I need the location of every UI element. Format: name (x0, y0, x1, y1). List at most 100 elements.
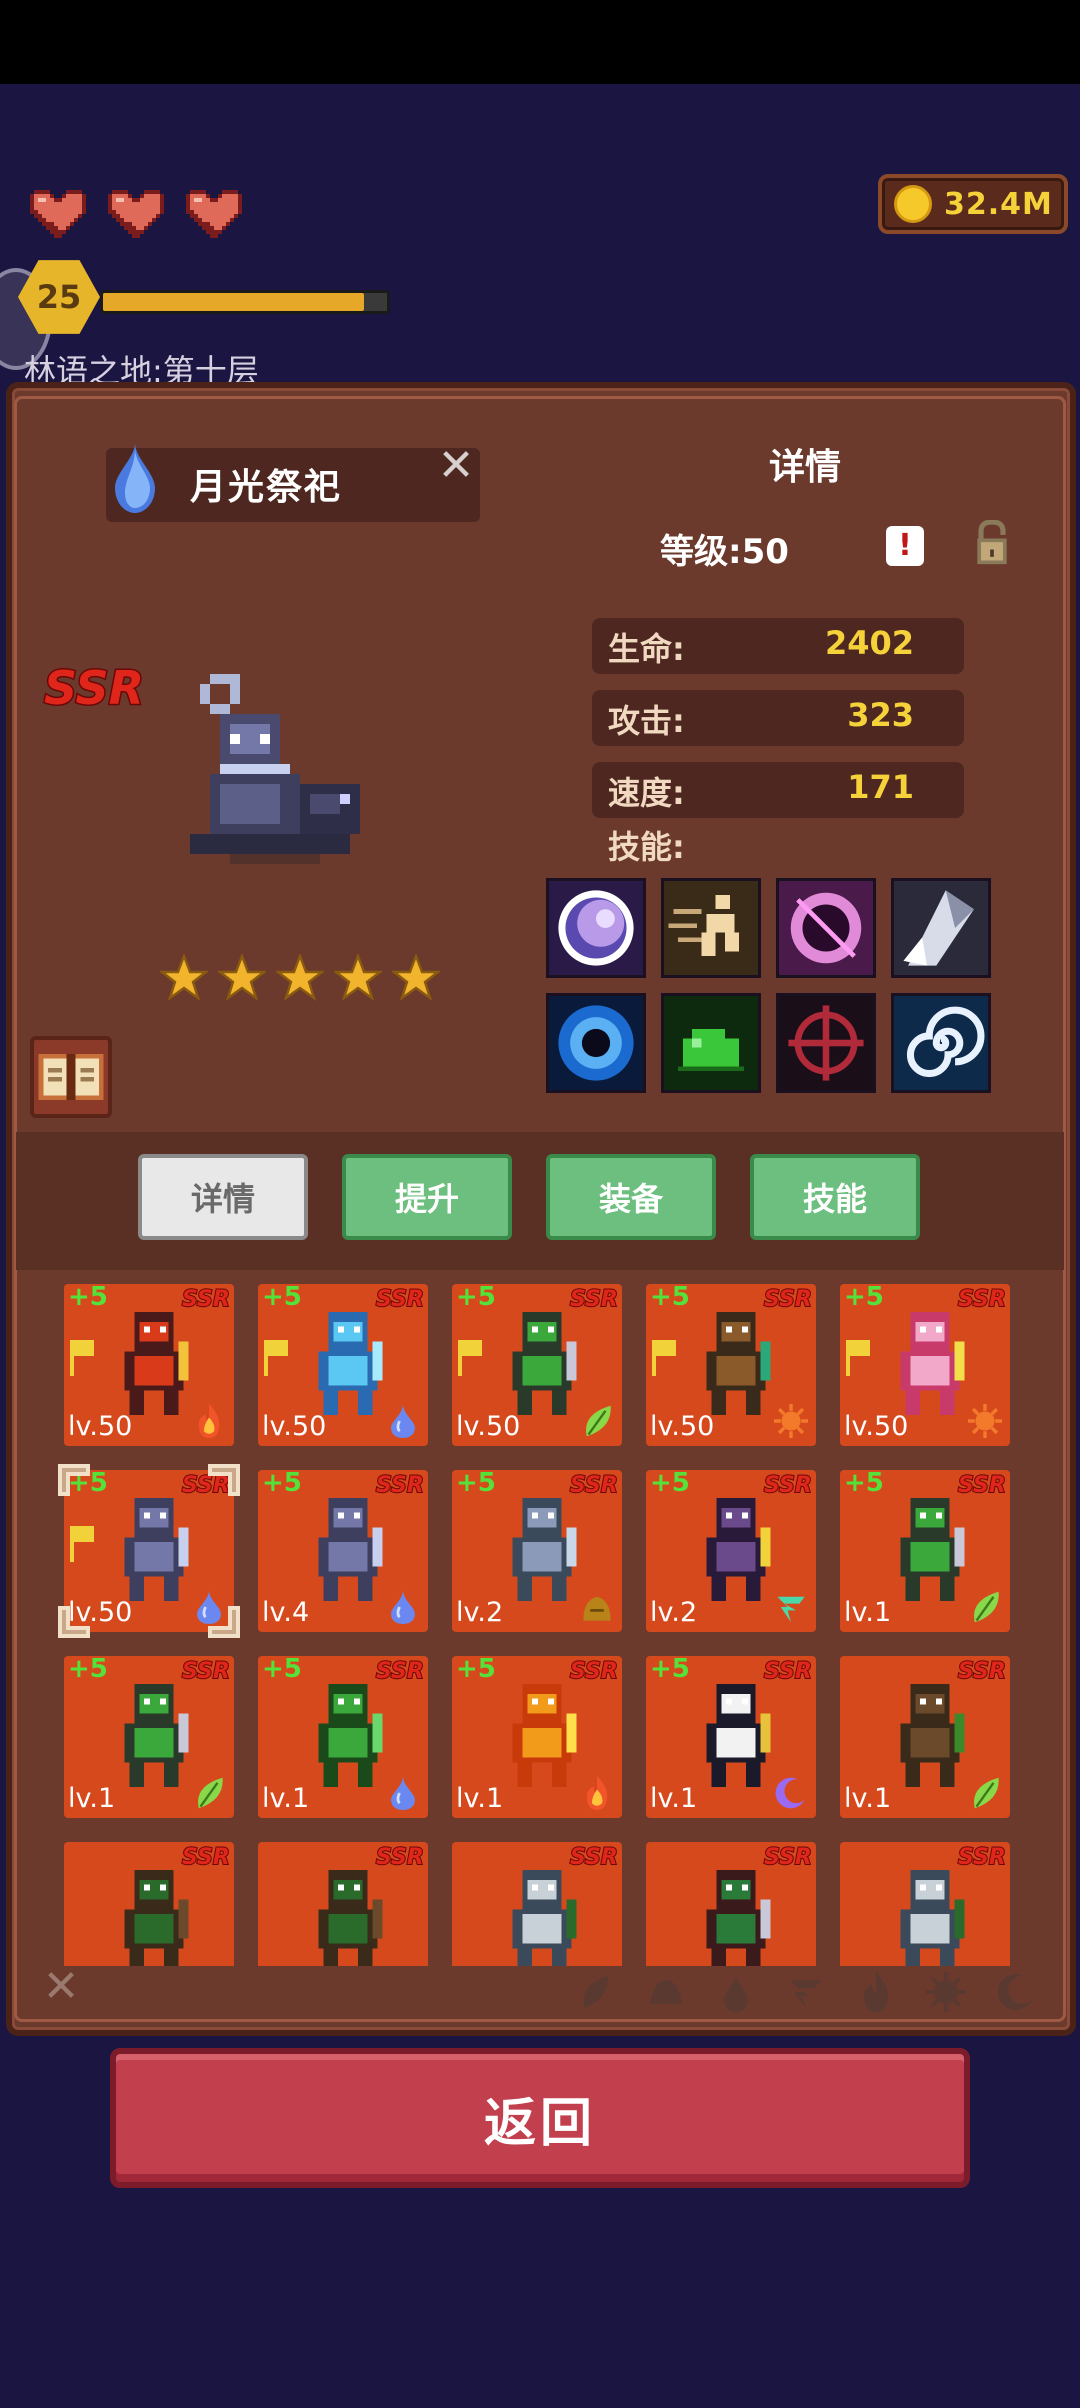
leaf-filter-icon[interactable] (576, 1972, 616, 2012)
hero-card-sprite (318, 1684, 383, 1788)
lock-icon[interactable] (970, 519, 1014, 568)
fire-element-icon (586, 1776, 608, 1810)
svg-text:SSR: SSR (570, 1287, 618, 1312)
hero-card[interactable]: SSR (646, 1842, 816, 1966)
clear-filter-icon[interactable]: ✕ (40, 1965, 82, 2009)
hero-card[interactable]: SSR +5 lv.2 (452, 1468, 622, 1632)
void-ring-icon[interactable] (776, 878, 876, 978)
hero-card[interactable]: SSR (64, 1842, 234, 1966)
slime-icon[interactable] (661, 993, 761, 1093)
hero-card-level: lv.1 (650, 1783, 698, 1814)
hero-card-sprite (124, 1684, 189, 1788)
stat-label: 速度: (608, 774, 685, 812)
skills-label: 技能: (608, 828, 685, 866)
hero-card[interactable]: SSR +5 lv.1 (646, 1654, 816, 1818)
hero-card[interactable]: SSR +5 lv.50 (258, 1282, 428, 1446)
hero-card[interactable]: SSR (258, 1842, 428, 1966)
enhance-level: +5 (68, 1654, 108, 1684)
svg-text:SSR: SSR (570, 1659, 618, 1684)
gold-value: 32.4M (944, 186, 1053, 222)
stat-value: 171 (847, 768, 914, 806)
hero-card-sprite (512, 1684, 577, 1788)
stat-value: 2402 (824, 624, 914, 662)
water-filter-icon[interactable] (716, 1972, 756, 2012)
svg-text:SSR: SSR (958, 1845, 1006, 1870)
enhance-level: +5 (262, 1654, 302, 1684)
hero-card-sprite (512, 1312, 577, 1416)
svg-text:SSR: SSR (958, 1473, 1006, 1498)
back-button-label: 返回 (483, 2093, 596, 2154)
back-button[interactable]: 返回 (110, 2048, 970, 2188)
hero-card[interactable]: SSR +5 lv.2 (646, 1468, 816, 1632)
hero-card-sprite (900, 1498, 965, 1602)
dash-icon[interactable] (661, 878, 761, 978)
coin-icon (894, 185, 932, 223)
enhance-level: +5 (650, 1282, 690, 1312)
ssr-badge: SSR (763, 1286, 813, 1312)
stat-label: 攻击: (608, 702, 685, 740)
stat-value: 323 (847, 696, 914, 734)
hero-card[interactable]: SSR +5 lv.50 (64, 1282, 234, 1446)
water-element-icon (391, 1404, 415, 1438)
hero-card-sprite (512, 1498, 577, 1602)
vortex-icon[interactable] (546, 993, 646, 1093)
hero-card-sprite (124, 1312, 189, 1416)
svg-text:SSR: SSR (958, 1659, 1006, 1684)
ssr-badge: SSR (181, 1844, 231, 1870)
book-icon[interactable] (30, 1036, 112, 1118)
flag-icon (70, 1340, 94, 1376)
hero-card[interactable]: SSR +5 lv.50 (452, 1282, 622, 1446)
alert-icon[interactable]: ! (886, 526, 924, 566)
selection-corner (208, 1606, 240, 1638)
fire-filter-icon[interactable] (856, 1972, 896, 2012)
enhance-level: +5 (844, 1282, 884, 1312)
hero-card[interactable]: SSR +5 lv.50 (840, 1282, 1010, 1446)
selection-corner (58, 1464, 90, 1496)
spiral-icon[interactable] (891, 993, 991, 1093)
tab-skills[interactable]: 技能 (750, 1154, 920, 1240)
moon-filter-icon[interactable] (996, 1972, 1036, 2012)
hero-card[interactable]: SSR +5 lv.4 (258, 1468, 428, 1632)
moon-element-icon (775, 1777, 805, 1809)
flag-icon (264, 1340, 288, 1376)
hero-card[interactable]: SSR (840, 1842, 1010, 1966)
crosshair-icon[interactable] (776, 993, 876, 1093)
water-element-icon (391, 1776, 415, 1810)
tab-details[interactable]: 详情 (138, 1154, 308, 1240)
hero-card-sprite (124, 1498, 189, 1602)
hero-name: 月光祭祀 (190, 467, 343, 508)
hero-card[interactable]: SSR (452, 1842, 622, 1966)
water-element-icon (110, 442, 160, 514)
ice-shard-icon[interactable] (891, 878, 991, 978)
ssr-badge: SSR (957, 1286, 1007, 1312)
gold-counter: 32.4M (878, 174, 1068, 234)
moon-orb-icon[interactable] (546, 878, 646, 978)
hero-roster-grid: SSR +5 lv.50 SSR +5 lv.50 SSR +5 lv.50 SSR +5 lv.50… (20, 1276, 1060, 1966)
hero-card[interactable]: SSR +5 lv.50 (58, 1464, 240, 1638)
svg-text:SSR: SSR (182, 1659, 230, 1684)
tab-equipment[interactable]: 装备 (546, 1154, 716, 1240)
earth-filter-icon[interactable] (646, 1972, 686, 2012)
hero-level: 等级:50 (660, 532, 789, 572)
wind-filter-icon[interactable] (786, 1972, 826, 2012)
heart-icon (26, 186, 90, 242)
water-element-icon (391, 1590, 415, 1624)
close-icon[interactable]: ✕ (436, 444, 476, 488)
leaf-element-icon (974, 1591, 999, 1623)
enhance-level: +5 (650, 1468, 690, 1498)
tab-upgrade[interactable]: 提升 (342, 1154, 512, 1240)
hero-card[interactable]: SSR +5 lv.1 (258, 1654, 428, 1818)
hero-card-sprite (900, 1870, 965, 1966)
hero-card-sprite (318, 1870, 383, 1966)
hero-card[interactable]: SSR +5 lv.1 (452, 1654, 622, 1818)
hero-card[interactable]: SSR +5 lv.50 (646, 1282, 816, 1446)
hero-card[interactable]: SSR +5 lv.1 (840, 1468, 1010, 1632)
hero-card-level: lv.2 (456, 1597, 504, 1628)
ssr-badge: SSR (957, 1472, 1007, 1498)
hero-card[interactable]: SSR +5 lv.1 (64, 1654, 234, 1818)
selection-corner (58, 1606, 90, 1638)
svg-text:SSR: SSR (764, 1473, 812, 1498)
hero-card[interactable]: SSR lv.1 (840, 1656, 1010, 1818)
sun-filter-icon[interactable] (926, 1972, 966, 2012)
hero-card-level: lv.4 (262, 1597, 310, 1628)
